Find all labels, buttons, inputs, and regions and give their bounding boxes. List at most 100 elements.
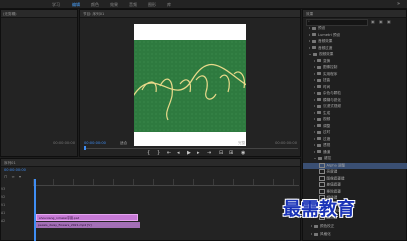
effects-item-label: 生成: [323, 110, 331, 115]
go-to-in-icon[interactable]: ⇤: [167, 150, 171, 156]
playhead-marker[interactable]: [84, 146, 86, 150]
workspace-menu-bar: 学习 编辑 颜色 效果 音频 图形 库 »: [0, 0, 407, 9]
effects-item-label: 过渡: [323, 136, 331, 141]
program-panel-title[interactable]: 节目: 序列01: [83, 12, 104, 17]
export-frame-icon[interactable]: ◉: [241, 150, 245, 156]
track-header-v3[interactable]: V3: [1, 187, 33, 195]
lift-icon[interactable]: ⊟: [219, 150, 223, 156]
effects-item-label: 调整: [323, 123, 331, 128]
effects-item-label: 音频过渡: [318, 45, 333, 50]
folder-icon: [317, 150, 321, 153]
effects-item-label: 扭曲: [323, 78, 331, 82]
track-header-v1[interactable]: V1: [1, 203, 33, 211]
chevron-right-icon[interactable]: [314, 92, 315, 94]
track-header-v2[interactable]: V2: [1, 195, 33, 203]
mark-out-icon[interactable]: }: [157, 150, 160, 156]
effects-panel-title[interactable]: 效果: [306, 12, 313, 17]
chevron-right-icon[interactable]: [314, 131, 315, 133]
chevron-down-icon[interactable]: [314, 157, 316, 159]
chevron-right-icon[interactable]: [314, 150, 315, 153]
video-image: [134, 40, 246, 132]
folder-icon: [317, 124, 321, 127]
chevron-right-icon[interactable]: [314, 79, 315, 81]
workspace-tab-active[interactable]: 编辑: [72, 2, 80, 8]
folder-icon: [317, 130, 321, 134]
extract-icon[interactable]: ⊞: [229, 150, 233, 156]
sequence-tab[interactable]: 序列01: [4, 161, 16, 166]
workspace-tab[interactable]: 颜色: [91, 2, 99, 8]
chevron-right-icon[interactable]: [309, 33, 310, 36]
chevron-right-icon[interactable]: [314, 72, 315, 75]
timeline-playhead[interactable]: [34, 179, 36, 241]
effects-item-label: 实用程序: [323, 71, 338, 76]
folder-icon: [317, 111, 321, 114]
more-icon[interactable]: »: [397, 1, 400, 7]
effects-item-label: 图像控制: [323, 65, 338, 69]
workspace-tab[interactable]: 效果: [110, 2, 118, 8]
mark-in-icon[interactable]: {: [147, 150, 150, 156]
effects-item-label: 模糊与锐化: [323, 97, 341, 102]
chevron-right-icon[interactable]: [314, 144, 315, 146]
step-forward-icon[interactable]: ▸: [197, 150, 200, 156]
effects-item-label: 杂色与颗粒: [323, 91, 341, 95]
video-frame: [134, 24, 246, 146]
folder-icon: [312, 39, 316, 43]
program-panel-header: 节目: 序列01: [80, 10, 300, 18]
yuv-effects-icon[interactable]: ▣: [387, 19, 391, 24]
effects-search-input[interactable]: [306, 19, 368, 26]
timeline-clip-video[interactable]: pexels_daisy_flowers_2021.mp4 [V]: [36, 222, 140, 228]
track-header-a1[interactable]: A1: [1, 211, 33, 219]
track-header-a2[interactable]: A2: [1, 219, 33, 227]
chevron-right-icon[interactable]: [314, 105, 315, 107]
chevron-right-icon[interactable]: [314, 59, 315, 62]
fit-dropdown[interactable]: 适合: [120, 141, 127, 146]
folder-icon: [317, 91, 321, 95]
chevron-right-icon[interactable]: [314, 111, 315, 114]
folder-icon: [312, 33, 316, 36]
chevron-right-icon[interactable]: [314, 98, 315, 101]
program-monitor-panel: 节目: 序列01 00:00:00:00 适合 完整 00:00:00:00 {…: [79, 9, 301, 157]
source-panel-title[interactable]: (无剪辑): [3, 12, 17, 17]
effects-item-label: 过时: [323, 130, 331, 134]
source-timecode: 00:00:00:00: [53, 141, 75, 145]
chevron-right-icon[interactable]: [309, 40, 310, 42]
timeline-header: 序列01: [1, 159, 300, 167]
folder-icon: [312, 46, 316, 49]
folder-icon: [317, 65, 321, 69]
32bit-effects-icon[interactable]: ▣: [379, 19, 383, 24]
chevron-right-icon[interactable]: [309, 46, 310, 49]
quality-dropdown[interactable]: 完整: [238, 141, 245, 146]
chevron-right-icon[interactable]: [314, 66, 315, 68]
program-timecode: 00:00:00:00: [84, 141, 106, 145]
workspace-tab[interactable]: 图形: [148, 2, 156, 8]
play-icon[interactable]: ▶: [187, 150, 191, 156]
folder-icon: [317, 117, 321, 121]
workspace-tab[interactable]: 音频: [129, 2, 137, 8]
step-back-icon[interactable]: ◂: [177, 150, 180, 156]
workspace-tab[interactable]: 库: [167, 2, 171, 8]
effects-item-folder[interactable]: 风格化: [311, 232, 331, 239]
linked-selection-icon[interactable]: ∞: [11, 174, 14, 179]
timeline-tools: ⊓ ∞ ▾: [4, 174, 44, 179]
go-to-out-icon[interactable]: ⇥: [207, 150, 211, 156]
folder-icon: [317, 85, 321, 88]
time-ruler[interactable]: [33, 179, 299, 186]
snap-icon[interactable]: ⊓: [4, 174, 7, 179]
folder-icon: [318, 156, 322, 160]
effects-item-label: 图像遮罩键: [326, 176, 345, 180]
chevron-right-icon[interactable]: [309, 27, 310, 29]
chevron-right-icon[interactable]: [314, 118, 315, 120]
program-scrubber[interactable]: [84, 148, 298, 149]
folder-icon: [313, 52, 317, 56]
chevron-right-icon[interactable]: [314, 137, 315, 140]
effects-item-label: 视频效果: [319, 52, 334, 56]
accelerated-effects-icon[interactable]: ▣: [371, 19, 375, 24]
program-duration: 00:00:00:00: [275, 141, 297, 145]
add-marker-icon[interactable]: ▾: [19, 174, 21, 179]
chevron-right-icon[interactable]: [314, 124, 315, 127]
workspace-tab[interactable]: 学习: [52, 2, 60, 8]
timeline-clip-title[interactable]: shouxiang_nimelai字幕.psd: [36, 214, 138, 221]
chevron-right-icon[interactable]: [314, 85, 315, 88]
effects-item-folder[interactable]: 颜色校正: [311, 224, 334, 231]
chevron-down-icon[interactable]: [309, 53, 311, 55]
